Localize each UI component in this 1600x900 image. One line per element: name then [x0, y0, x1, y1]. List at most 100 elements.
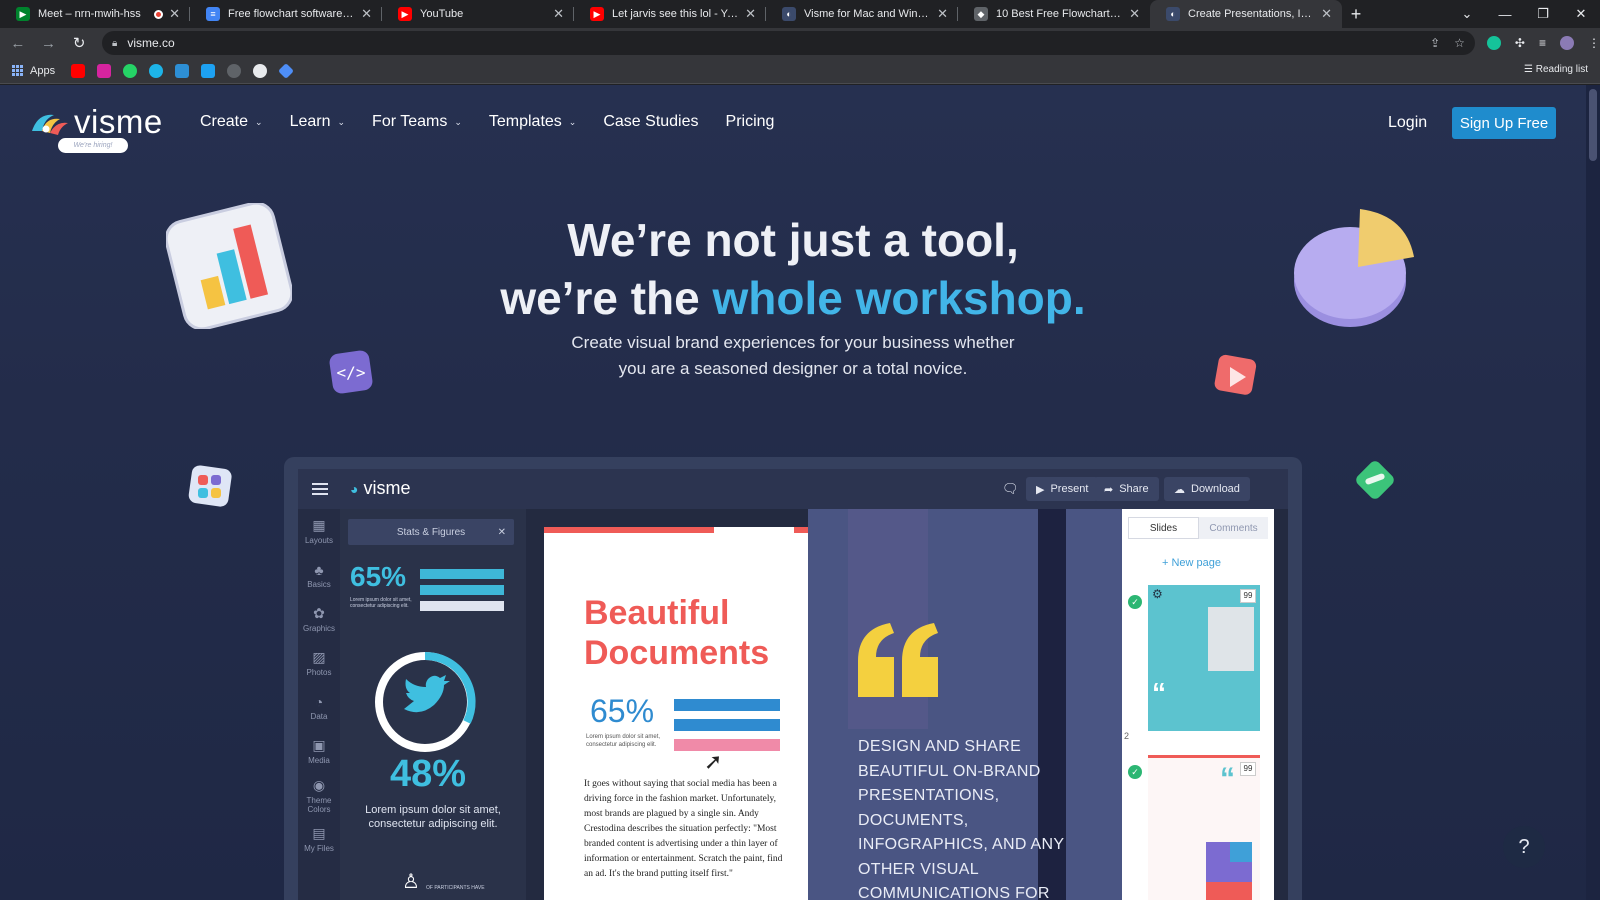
sidebar-item-data[interactable]: ◔ Data — [298, 685, 340, 729]
menu-for-teams[interactable]: For Teams ⌄ — [372, 113, 462, 131]
tab-slides[interactable]: Slides — [1128, 517, 1199, 539]
back-icon[interactable]: ← — [5, 35, 31, 52]
slide-thumbnail[interactable]: 99 “ — [1148, 755, 1260, 900]
browser-tab[interactable]: ▶ Meet – nrn-mwih-hss ✕ — [0, 0, 190, 28]
people-pictogram-icon — [674, 699, 780, 751]
address-bar[interactable]: 🔒︎ visme.co ⇪ ☆ — [102, 31, 1475, 55]
new-tab-button[interactable]: + — [1342, 0, 1370, 28]
close-tab-icon[interactable]: ✕ — [361, 6, 372, 22]
url-text[interactable]: visme.co — [127, 36, 1416, 50]
play-bookmark-icon[interactable] — [149, 63, 164, 78]
linkedin-bookmark-icon[interactable] — [175, 63, 190, 78]
wifi-bookmark-icon[interactable] — [227, 63, 242, 78]
person-icon: ♙ — [402, 871, 420, 893]
browser-tab-active[interactable]: ◐ Create Presentations, Infograph ✕ — [1150, 0, 1342, 28]
close-tab-icon[interactable]: ✕ — [1129, 6, 1140, 22]
stat-48-widget[interactable]: 48% — [390, 753, 466, 796]
minimize-icon[interactable]: — — [1486, 7, 1524, 22]
menu-label: Learn — [289, 113, 331, 130]
gear-icon: ⚙ — [1152, 587, 1163, 601]
sidebar-item-theme-colors[interactable]: ◉ Theme Colors — [298, 773, 340, 817]
download-button[interactable]: ☁ Download — [1164, 477, 1250, 501]
close-icon[interactable]: ✕ — [498, 527, 506, 538]
editor-logo: ◕ visme — [350, 478, 411, 499]
menu-create[interactable]: Create ⌄ — [200, 113, 263, 131]
browser-tab[interactable]: ◆ 10 Best Free Flowchart Software ✕ — [958, 0, 1150, 28]
editor-topbar: ◕ visme 🗨︎ ▶ Present ➦ Share ☁ Download — [298, 469, 1288, 509]
sidebar-item-basics[interactable]: ♣ Basics — [298, 553, 340, 597]
sidebar-item-my-files[interactable]: ▤ My Files — [298, 817, 340, 861]
layouts-icon: ▦ — [312, 517, 326, 533]
tab-comments[interactable]: Comments — [1199, 517, 1268, 539]
extensions-puzzle-icon[interactable]: ✣ — [1515, 36, 1525, 50]
browser-tab[interactable]: ▶ YouTube ✕ — [382, 0, 574, 28]
hiring-badge[interactable]: We're hiring! — [58, 138, 128, 153]
editor-preview: ◕ visme 🗨︎ ▶ Present ➦ Share ☁ Download ▦ La… — [284, 457, 1302, 900]
share-button[interactable]: ➦ Share — [1094, 477, 1159, 501]
menu-kebab-icon[interactable]: ⋮ — [1588, 36, 1600, 50]
doc-stat-caption: Lorem ipsum dolor sit amet, consectetur … — [586, 734, 661, 748]
sidebar-item-graphics[interactable]: ✿ Graphics — [298, 597, 340, 641]
twitter-bookmark-icon[interactable] — [201, 63, 216, 78]
reddit-bookmark-icon[interactable] — [253, 63, 268, 78]
quote-mark-icon: “ — [1220, 762, 1235, 795]
sidebar-item-layouts[interactable]: ▦ Layouts — [298, 509, 340, 553]
browser-tab[interactable]: ◐ Visme for Mac and Windows | V ✕ — [766, 0, 958, 28]
browser-tab[interactable]: ≡ Free flowchart software - Googl ✕ — [190, 0, 382, 28]
youtube-bookmark-icon[interactable] — [71, 63, 86, 78]
instagram-bookmark-icon[interactable] — [97, 63, 112, 78]
sidebar-item-media[interactable]: ▣ Media — [298, 729, 340, 773]
visme-logo[interactable]: visme We're hiring! — [30, 103, 180, 155]
stat-65-widget[interactable]: 65% — [350, 561, 406, 593]
chevron-down-icon: ⌄ — [337, 116, 346, 127]
scrollbar-thumb[interactable] — [1589, 89, 1597, 161]
close-window-icon[interactable]: ✕ — [1562, 6, 1600, 22]
bookmarks-bar: Apps ☰ Reading list — [0, 58, 1600, 84]
lock-icon[interactable]: 🔒︎ — [112, 38, 117, 49]
browser-tab[interactable]: ▶ Let jarvis see this lol - YouTube ✕ — [574, 0, 766, 28]
signup-button[interactable]: Sign Up Free — [1452, 107, 1556, 139]
diamond-bookmark-icon[interactable] — [278, 62, 294, 79]
files-icon: ▤ — [312, 825, 326, 841]
apps-shortcut[interactable]: Apps — [12, 64, 55, 77]
hamburger-menu-icon[interactable] — [312, 483, 328, 495]
menu-pricing[interactable]: Pricing — [726, 113, 775, 131]
close-tab-icon[interactable]: ✕ — [553, 6, 564, 22]
bookmark-star-icon[interactable]: ☆ — [1454, 36, 1465, 50]
reading-list[interactable]: ☰ Reading list — [1524, 64, 1588, 75]
close-tab-icon[interactable]: ✕ — [1321, 6, 1332, 22]
menu-learn[interactable]: Learn ⌄ — [290, 113, 345, 131]
editor-logo-text: visme — [363, 478, 411, 498]
grammarly-icon[interactable] — [1486, 36, 1501, 50]
slide-thumbnail[interactable]: ⚙ 99 “ — [1148, 585, 1260, 731]
sidebar-label: Media — [308, 756, 330, 765]
whatsapp-bookmark-icon[interactable] — [123, 63, 138, 78]
tab-search-icon[interactable]: ⌄ — [1448, 6, 1486, 22]
sidebar-item-photos[interactable]: ▨ Photos — [298, 641, 340, 685]
quote-mark-icon — [858, 623, 938, 697]
login-link[interactable]: Login — [1388, 114, 1427, 132]
notification-icon[interactable]: 🗨︎ — [1002, 481, 1019, 497]
forward-icon[interactable]: → — [36, 35, 62, 52]
close-tab-icon[interactable]: ✕ — [937, 6, 948, 22]
new-page-button[interactable]: + New page — [1162, 557, 1221, 569]
twitter-stat-ring-icon[interactable] — [370, 647, 480, 757]
close-tab-icon[interactable]: ✕ — [169, 6, 180, 22]
reload-icon[interactable]: ↻ — [66, 34, 92, 52]
restore-icon[interactable]: ❐ — [1524, 6, 1562, 22]
canvas-dark-page[interactable]: DESIGN AND SHARE BEAUTIFUL ON-BRAND PRES… — [808, 509, 1122, 900]
profile-avatar[interactable] — [1559, 36, 1574, 50]
menu-templates[interactable]: Templates ⌄ — [489, 113, 576, 131]
close-tab-icon[interactable]: ✕ — [745, 6, 756, 22]
present-button[interactable]: ▶ Present — [1026, 477, 1099, 501]
visme-page: visme We're hiring! Create ⌄ Learn ⌄ For T… — [0, 85, 1586, 900]
sidebar-label: Layouts — [304, 536, 334, 545]
help-button[interactable]: ? — [1503, 826, 1545, 868]
page-scrollbar[interactable] — [1586, 85, 1600, 900]
logo-wordmark: visme — [74, 103, 163, 140]
canvas-document-page[interactable]: Beautiful Documents 65% Lorem ipsum dolo… — [544, 527, 808, 900]
check-icon: ✓ — [1128, 595, 1142, 609]
share-icon[interactable]: ⇪ — [1430, 36, 1440, 50]
media-control-icon[interactable]: ≡ — [1539, 36, 1546, 50]
menu-case-studies[interactable]: Case Studies — [603, 113, 698, 131]
